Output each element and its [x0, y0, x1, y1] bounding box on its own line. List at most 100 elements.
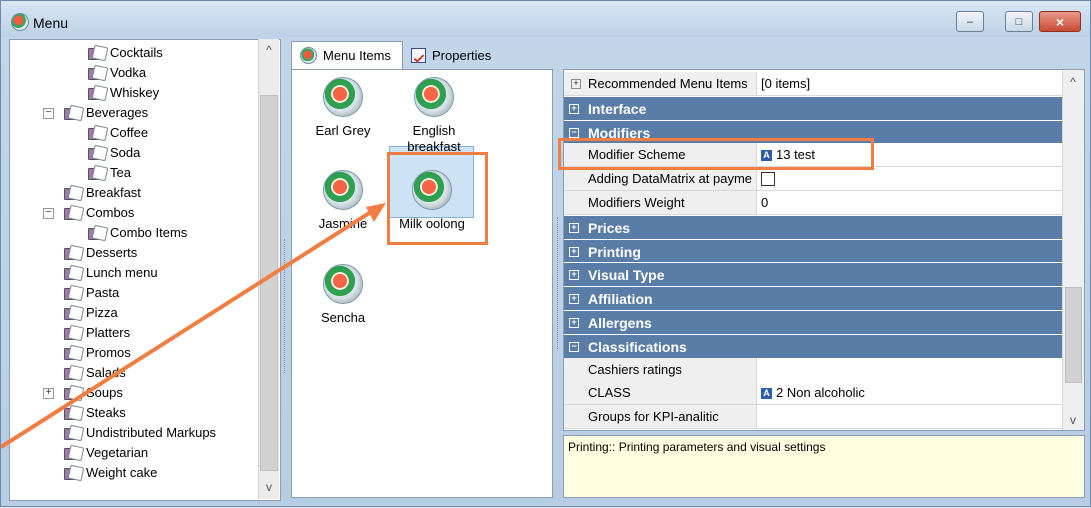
- maximize-button[interactable]: □: [1005, 11, 1033, 32]
- tree-item-lunch-menu[interactable]: Lunch menu: [64, 263, 158, 283]
- property-row-recommended-menu-items[interactable]: Recommended Menu Items + [0 items]: [564, 72, 1062, 96]
- section-label: Visual Type: [588, 267, 665, 284]
- section-label: Allergens: [588, 315, 652, 331]
- menu-app-icon: [11, 13, 29, 31]
- tree-item-soups[interactable]: Soups: [64, 383, 123, 403]
- menu-item-earl-grey[interactable]: Earl Grey: [298, 77, 388, 139]
- tree-item-salads[interactable]: Salads: [64, 363, 126, 383]
- properties-scroll-up-icon[interactable]: ^: [1067, 76, 1079, 88]
- collapse-icon[interactable]: −: [43, 108, 54, 119]
- tree-scroll-thumb[interactable]: [260, 95, 278, 471]
- tree-item-cocktails[interactable]: Cocktails: [88, 43, 163, 63]
- tree-item-label: Tea: [110, 165, 131, 180]
- section-label: Printing: [588, 243, 641, 260]
- minimize-button[interactable]: –: [956, 11, 984, 32]
- properties-panel: Recommended Menu Items + [0 items] + Interfa…: [563, 69, 1085, 431]
- tree-scrollbar[interactable]: ^ v: [258, 39, 279, 499]
- expand-icon[interactable]: +: [569, 222, 579, 233]
- right-splitter[interactable]: [555, 71, 561, 497]
- expand-icon[interactable]: +: [569, 270, 579, 281]
- tree-item-vodka[interactable]: Vodka: [88, 63, 146, 83]
- property-value[interactable]: A 2 Non alcoholic: [756, 381, 1062, 406]
- tree-item-vegetarian[interactable]: Vegetarian: [64, 443, 148, 463]
- tab-properties[interactable]: Properties: [403, 41, 513, 69]
- collapse-icon[interactable]: −: [43, 208, 54, 219]
- tree-scroll-down-icon[interactable]: v: [263, 481, 275, 493]
- tree-item-weight-cake[interactable]: Weight cake: [64, 463, 157, 483]
- section-prices[interactable]: + Prices: [564, 214, 1062, 239]
- close-button[interactable]: ×: [1039, 11, 1081, 32]
- menu-item-label: Earl Grey: [315, 123, 371, 138]
- section-visual-type[interactable]: + Visual Type: [564, 262, 1062, 287]
- property-value-text: [0 items]: [761, 76, 811, 91]
- section-allergens[interactable]: + Allergens: [564, 310, 1062, 334]
- menu-tree[interactable]: Cocktails Vodka Whiskey Beverages − Coffee Sod…: [9, 39, 281, 501]
- tree-item-tea[interactable]: Tea: [88, 163, 131, 183]
- tab-menu-items[interactable]: Menu Items: [291, 41, 403, 69]
- section-label: Interface: [588, 100, 647, 117]
- expand-icon[interactable]: +: [569, 294, 579, 305]
- tree-item-beverages[interactable]: Beverages: [64, 103, 148, 123]
- menu-item-milk-oolong[interactable]: Milk oolong: [387, 170, 477, 232]
- folder-menu-icon: [64, 106, 82, 121]
- expand-icon[interactable]: +: [569, 318, 579, 328]
- tree-item-soda[interactable]: Soda: [88, 143, 140, 163]
- property-value[interactable]: [756, 405, 1062, 430]
- tree-item-platters[interactable]: Platters: [64, 323, 130, 343]
- menu-item-label: English breakfast: [407, 123, 461, 154]
- tree-item-combos[interactable]: Combos: [64, 203, 134, 223]
- property-row-cashiers-ratings[interactable]: Cashiers ratings: [564, 357, 1062, 382]
- tree-item-undistributed-markups[interactable]: Undistributed Markups: [64, 423, 216, 443]
- tree-item-coffee[interactable]: Coffee: [88, 123, 148, 143]
- folder-menu-icon: [64, 206, 82, 221]
- collapse-icon[interactable]: −: [569, 127, 579, 138]
- folder-menu-icon: [88, 126, 106, 141]
- property-value[interactable]: 0: [756, 191, 1062, 215]
- datamatrix-checkbox[interactable]: [761, 172, 775, 187]
- section-interface[interactable]: + Interface: [564, 95, 1062, 120]
- tree-item-whiskey[interactable]: Whiskey: [88, 83, 159, 103]
- section-printing[interactable]: + Printing: [564, 238, 1062, 263]
- property-row-modifier-scheme[interactable]: Modifier Scheme A 13 test: [564, 143, 1062, 168]
- window-title: Menu: [33, 15, 69, 31]
- menu-item-english-breakfast[interactable]: English breakfast: [389, 77, 479, 155]
- property-value[interactable]: A 13 test: [756, 143, 1062, 168]
- collapse-icon[interactable]: −: [569, 341, 579, 352]
- property-value[interactable]: [0 items]: [756, 72, 1062, 96]
- section-affiliation[interactable]: + Affiliation: [564, 286, 1062, 311]
- menu-item-sencha[interactable]: Sencha: [298, 264, 388, 326]
- menu-item-jasmine[interactable]: Jasmine: [298, 170, 388, 232]
- expand-icon[interactable]: +: [571, 79, 581, 89]
- property-row-adding-datamatrix-at-payme[interactable]: Adding DataMatrix at payme: [564, 167, 1062, 192]
- tree-scroll-up-icon[interactable]: ^: [263, 44, 275, 56]
- tree-item-pizza[interactable]: Pizza: [64, 303, 118, 323]
- property-value[interactable]: [756, 357, 1062, 382]
- properties-scrollbar[interactable]: ^ v: [1062, 70, 1084, 430]
- properties-scroll-down-icon[interactable]: v: [1067, 414, 1079, 426]
- property-row-class[interactable]: CLASS A 2 Non alcoholic: [564, 381, 1062, 406]
- property-value[interactable]: [756, 167, 1062, 192]
- property-row-groups-for-kpi-analitic[interactable]: Groups for KPI-analitic: [564, 405, 1062, 430]
- expand-icon[interactable]: +: [569, 246, 579, 257]
- expand-icon[interactable]: +: [43, 388, 54, 399]
- properties-scroll-thumb[interactable]: [1065, 287, 1082, 383]
- tree-item-promos[interactable]: Promos: [64, 343, 131, 363]
- tree-item-label: Whiskey: [110, 85, 160, 100]
- property-row-modifiers-weight[interactable]: Modifiers Weight 0: [564, 191, 1062, 215]
- tree-item-pasta[interactable]: Pasta: [64, 283, 119, 303]
- left-splitter[interactable]: [282, 41, 288, 497]
- tree-item-label: Promos: [86, 345, 131, 360]
- section-label: Prices: [588, 219, 631, 236]
- tree-item-desserts[interactable]: Desserts: [64, 243, 137, 263]
- expand-icon[interactable]: +: [569, 103, 579, 114]
- tree-item-breakfast[interactable]: Breakfast: [64, 183, 141, 203]
- section-classifications[interactable]: − Classifications: [564, 333, 1062, 358]
- section-modifiers[interactable]: − Modifiers: [564, 119, 1062, 144]
- tree-item-combo-items[interactable]: Combo Items: [88, 223, 187, 243]
- tree-item-label: Soda: [110, 145, 141, 160]
- tree-item-steaks[interactable]: Steaks: [64, 403, 126, 423]
- reference-icon: A: [761, 388, 772, 400]
- tree-item-label: Desserts: [86, 245, 138, 260]
- property-value-text: 2 Non alcoholic: [776, 385, 865, 401]
- section-label: Affiliation: [588, 291, 653, 308]
